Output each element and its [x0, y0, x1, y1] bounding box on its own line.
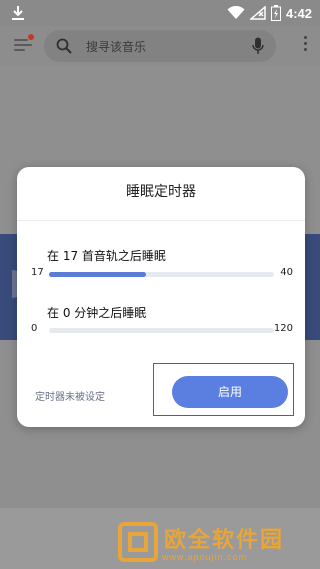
- search-placeholder: 搜寻该音乐: [86, 40, 147, 54]
- download-icon: [12, 6, 24, 20]
- notification-dot: [28, 34, 34, 40]
- track-timer-max: 40: [280, 267, 293, 278]
- dialog-title: 睡眠定时器: [126, 184, 196, 200]
- battery-icon: [270, 5, 281, 21]
- slider-track[interactable]: [49, 272, 274, 277]
- wifi-icon: [227, 6, 245, 19]
- track-timer-slider[interactable]: 17 40: [31, 267, 293, 283]
- minute-timer-max: 120: [273, 323, 293, 334]
- track-timer-min: 17: [31, 267, 44, 278]
- track-timer-label: 在 17 首音轨之后睡眠: [47, 249, 166, 263]
- more-options-icon[interactable]: [302, 36, 308, 56]
- menu-icon[interactable]: [14, 34, 34, 55]
- slider-fill: [49, 272, 146, 277]
- minute-timer-min: 0: [31, 323, 38, 334]
- timer-status: 定时器未被设定: [35, 392, 105, 403]
- watermark-logo-icon: [118, 522, 158, 562]
- divider: [17, 220, 305, 221]
- minute-timer-slider[interactable]: 0 120: [31, 323, 293, 339]
- status-bar: 4:42: [0, 0, 320, 26]
- clock: 4:42: [285, 5, 312, 21]
- watermark-url: www.apoujin.com: [162, 552, 248, 562]
- microphone-icon[interactable]: [252, 37, 264, 55]
- search-input[interactable]: 搜寻该音乐: [44, 30, 276, 62]
- minute-timer-label: 在 0 分钟之后睡眠: [47, 306, 147, 320]
- app-bar: 搜寻该音乐: [0, 26, 320, 66]
- slider-track[interactable]: [49, 328, 274, 333]
- signal-icon: [249, 6, 266, 20]
- watermark: 欧全软件园 www.apoujin.com: [118, 520, 318, 564]
- search-icon: [56, 38, 72, 54]
- watermark-text: 欧全软件园: [164, 528, 285, 553]
- highlight-box: [153, 363, 294, 416]
